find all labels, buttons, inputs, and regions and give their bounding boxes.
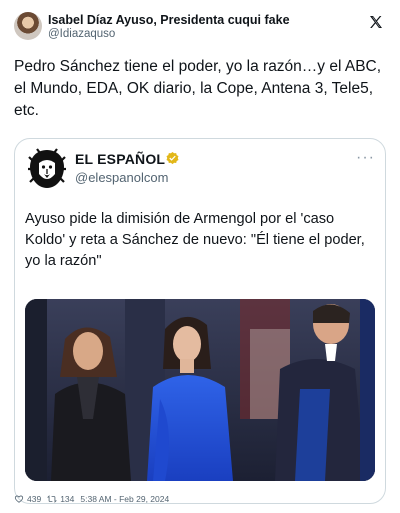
tweet-text: Pedro Sánchez tiene el poder, yo la razó… bbox=[14, 58, 382, 119]
more-options-icon[interactable]: ··· bbox=[356, 149, 375, 167]
retweets-stat[interactable]: 134 bbox=[47, 494, 74, 504]
likes-stat[interactable]: 439 bbox=[14, 494, 41, 504]
quoted-author-name[interactable]: EL ESPAÑOL bbox=[75, 151, 165, 167]
tweet-timestamp[interactable]: 5:38 AM - Feb 29, 2024 bbox=[80, 494, 169, 504]
author-avatar[interactable] bbox=[14, 12, 42, 40]
x-logo-icon[interactable] bbox=[368, 14, 384, 30]
retweet-icon bbox=[47, 495, 58, 503]
likes-count: 439 bbox=[27, 494, 42, 504]
retweets-count: 134 bbox=[60, 494, 75, 504]
tweet-footer: 439 134 5:38 AM - Feb 29, 2024 bbox=[14, 492, 169, 506]
verified-badge-icon bbox=[166, 151, 179, 165]
quoted-photo[interactable] bbox=[25, 299, 375, 481]
quoted-tweet-card[interactable]: EL ESPAÑOL @elespanolcom ··· Ayuso pide … bbox=[14, 138, 386, 504]
author-name[interactable]: Isabel Díaz Ayuso, Presidenta cuqui fake bbox=[48, 13, 290, 27]
el-espanol-lion-logo[interactable] bbox=[25, 147, 69, 191]
photo-illustration bbox=[25, 299, 375, 481]
tweet-header: Isabel Díaz Ayuso, Presidenta cuqui fake… bbox=[14, 12, 386, 44]
heart-icon bbox=[14, 495, 24, 503]
quoted-author-handle[interactable]: @elespanolcom bbox=[75, 170, 168, 185]
author-handle[interactable]: @Idiazaquso bbox=[48, 28, 115, 40]
quoted-headline: Ayuso pide la dimisión de Armengol por e… bbox=[25, 211, 365, 269]
